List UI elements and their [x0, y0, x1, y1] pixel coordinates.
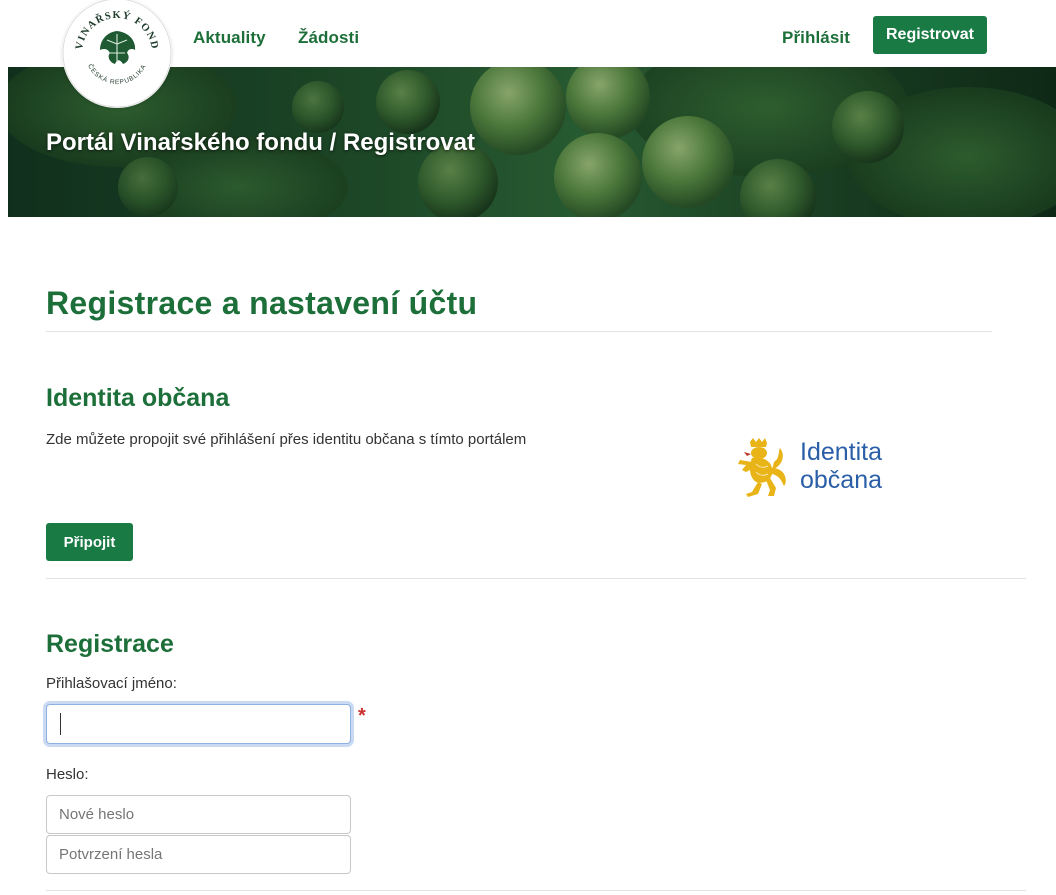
page-title: Registrace a nastavení účtu — [46, 285, 478, 321]
required-asterisk: * — [358, 705, 366, 727]
identita-logo-line1: Identita — [800, 438, 883, 466]
divider — [46, 331, 992, 332]
login-link[interactable]: Přihlásit — [782, 28, 850, 48]
identity-section-title: Identita občana — [46, 384, 230, 412]
page-breadcrumb-title: Portál Vinařského fondu / Registrovat — [46, 129, 475, 156]
czech-lion-icon — [738, 438, 786, 497]
identita-logo-line2: občana — [800, 466, 883, 494]
divider — [46, 578, 1026, 579]
password-label: Heslo: — [46, 766, 89, 783]
identita-obcana-logo: Identita občana — [734, 438, 904, 498]
username-label: Přihlašovací jméno: — [46, 675, 177, 692]
identity-description: Zde můžete propojit své přihlášení přes … — [46, 431, 527, 448]
username-input[interactable] — [46, 704, 351, 744]
grape-leaf-logo-icon: VINAŘSKÝ FOND ČESKÁ REPUBLIKA — [62, 0, 172, 108]
confirm-password-input[interactable] — [46, 835, 351, 874]
registration-section-title: Registrace — [46, 630, 174, 658]
register-button[interactable]: Registrovat — [873, 16, 987, 54]
identita-obcana-logo-text: Identita občana — [800, 438, 882, 494]
nav-aktuality[interactable]: Aktuality — [193, 28, 266, 48]
top-navbar: VINAŘSKÝ FOND ČESKÁ REPUBLIKA Aktuality … — [0, 0, 1056, 108]
vinarsky-fond-logo[interactable]: VINAŘSKÝ FOND ČESKÁ REPUBLIKA — [62, 0, 172, 108]
connect-identity-button[interactable]: Připojit — [46, 523, 133, 561]
text-caret — [60, 713, 61, 735]
divider — [46, 890, 1026, 891]
nav-zadosti[interactable]: Žádosti — [298, 28, 359, 48]
new-password-input[interactable] — [46, 795, 351, 834]
